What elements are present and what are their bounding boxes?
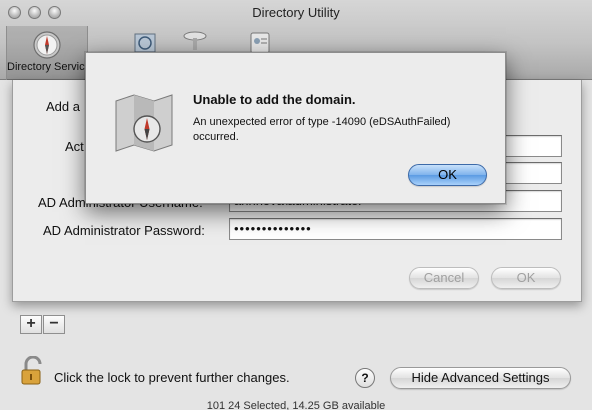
alert-title: Unable to add the domain. [193,92,356,107]
status-bar-text: 101 24 Selected, 14.25 GB available [206,400,386,410]
active-directory-label: Act [65,139,84,154]
lock-open-icon[interactable] [20,356,46,386]
remove-server-button[interactable]: − [43,315,65,334]
toolbar-directory-services[interactable]: Directory Services [6,26,97,80]
ok-button[interactable]: OK [491,267,561,289]
error-alert: Unable to add the domain. An unexpected … [85,52,506,204]
alert-message: An unexpected error of type -14090 (eDSA… [193,116,451,143]
compass-icon [33,31,61,59]
cancel-button[interactable]: Cancel [409,267,479,289]
window-title: Directory Utility [252,5,340,20]
help-button[interactable]: ? [355,368,375,388]
domain-field[interactable] [498,135,562,157]
toolbar-label: Directory Services [7,61,97,73]
directory-utility-alert-icon [115,94,173,152]
computer-id-field[interactable] [498,162,562,184]
search-policy-icon [183,31,207,50]
add-domain-label: Add a [46,99,80,114]
hide-advanced-settings-button[interactable]: Hide Advanced Settings [390,367,571,389]
alert-ok-button[interactable]: OK [408,164,487,186]
lock-text: Click the lock to prevent further change… [54,370,290,385]
ad-password-label: AD Administrator Password: [43,223,205,238]
add-server-button[interactable]: + [20,315,42,334]
ad-password-field[interactable]: •••••••••••••• [229,218,562,240]
directory-utility-window: Directory Utility Directory Services Add… [0,0,592,410]
